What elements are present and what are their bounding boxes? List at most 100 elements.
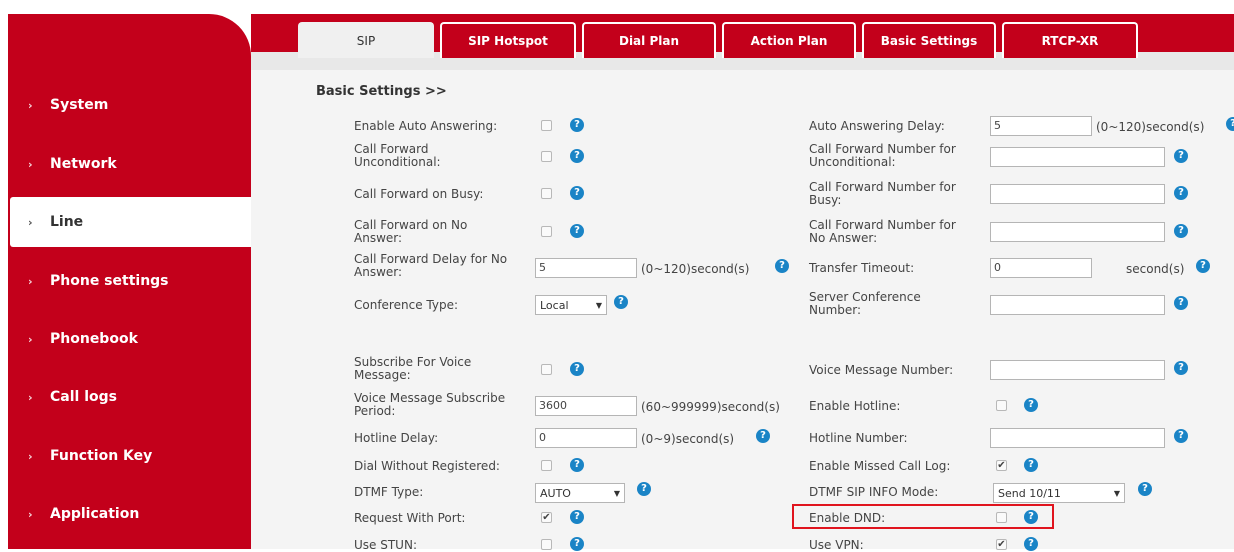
help-icon[interactable]: ?	[775, 259, 789, 273]
sidebar-item-line[interactable]: › Line	[10, 197, 251, 247]
hotline-delay-input[interactable]: 0	[535, 428, 637, 448]
checkbox-dial-wo-reg[interactable]	[541, 460, 552, 471]
chevron-right-icon: ›	[28, 449, 33, 463]
label-dial-wo-reg: Dial Without Registered:	[354, 459, 500, 473]
label-sub-voice-1: Subscribe For Voice	[354, 355, 472, 369]
chevron-right-icon: ›	[28, 390, 33, 404]
dtmf-type-value: AUTO	[540, 486, 571, 500]
sidebar-item-application[interactable]: › Application	[0, 489, 243, 539]
label-vm-number: Voice Message Number:	[809, 363, 954, 377]
chevron-down-icon: ▼	[613, 488, 620, 498]
help-icon[interactable]: ?	[1174, 224, 1188, 238]
cfn-busy-input[interactable]	[990, 184, 1165, 204]
tab-action-plan[interactable]: Action Plan	[722, 22, 856, 58]
label-hotline-delay: Hotline Delay:	[354, 431, 439, 445]
help-icon[interactable]: ?	[570, 149, 584, 163]
sidebar-item-label: Phone settings	[50, 273, 169, 289]
label-cfn-noanswer-2: No Answer:	[809, 231, 878, 245]
label-vm-period-2: Period:	[354, 404, 396, 418]
checkbox-sub-voice[interactable]	[541, 364, 552, 375]
help-icon[interactable]: ?	[1024, 398, 1038, 412]
help-icon[interactable]: ?	[570, 362, 584, 376]
help-icon[interactable]: ?	[570, 224, 584, 238]
help-icon[interactable]: ?	[1174, 186, 1188, 200]
sidebar-item-label: Line	[50, 214, 84, 230]
checkbox-enable-hotline[interactable]	[996, 400, 1007, 411]
cfn-noanswer-input[interactable]	[990, 222, 1165, 242]
label-conf-type: Conference Type:	[354, 298, 458, 312]
cf-delay-input[interactable]: 5	[535, 258, 637, 278]
help-icon[interactable]: ?	[1174, 429, 1188, 443]
help-icon[interactable]: ?	[1024, 458, 1038, 472]
help-icon[interactable]: ?	[1226, 117, 1234, 131]
label-cf-noanswer-2: Answer:	[354, 231, 403, 245]
dtmf-type-select[interactable]: AUTO ▼	[535, 483, 625, 503]
label-cf-busy: Call Forward on Busy:	[354, 187, 484, 201]
label-cfn-noanswer-1: Call Forward Number for	[809, 218, 956, 232]
vm-period-input[interactable]: 3600	[535, 396, 637, 416]
server-conf-input[interactable]	[990, 295, 1165, 315]
chevron-right-icon: ›	[28, 98, 33, 112]
hotline-number-input[interactable]	[990, 428, 1165, 448]
label-cf-noanswer-1: Call Forward on No	[354, 218, 468, 232]
label-dtmf-sip-info: DTMF SIP INFO Mode:	[809, 485, 939, 499]
aa-delay-input[interactable]: 5	[990, 116, 1092, 136]
help-icon[interactable]: ?	[637, 482, 651, 496]
help-icon[interactable]: ?	[614, 295, 628, 309]
dtmf-sip-info-select[interactable]: Send 10/11 ▼	[993, 483, 1125, 503]
tab-sip[interactable]: SIP	[298, 22, 434, 58]
help-icon[interactable]: ?	[570, 458, 584, 472]
checkbox-use-stun[interactable]	[541, 539, 552, 550]
conf-type-select[interactable]: Local ▼	[535, 295, 607, 315]
transfer-timeout-unit: second(s)	[1126, 262, 1185, 276]
sidebar-item-network[interactable]: › Network	[0, 139, 243, 189]
label-cfn-busy-2: Busy:	[809, 193, 842, 207]
chevron-down-icon: ▼	[1113, 488, 1120, 498]
label-cf-uncond-1: Call Forward	[354, 142, 429, 156]
hotline-delay-unit: (0~9)second(s)	[641, 432, 735, 446]
help-icon[interactable]: ?	[570, 186, 584, 200]
help-icon[interactable]: ?	[1196, 259, 1210, 273]
checkbox-auto-answer[interactable]	[541, 120, 552, 131]
help-icon[interactable]: ?	[1174, 149, 1188, 163]
help-icon[interactable]: ?	[1138, 482, 1152, 496]
tab-bar: SIP SIP Hotspot Dial Plan Action Plan Ba…	[298, 22, 1144, 60]
checkbox-cf-busy[interactable]	[541, 188, 552, 199]
label-hotline-number: Hotline Number:	[809, 431, 908, 445]
chevron-right-icon: ›	[28, 215, 33, 229]
vm-number-input[interactable]	[990, 360, 1165, 380]
tab-basic-settings[interactable]: Basic Settings	[862, 22, 996, 58]
help-icon[interactable]: ?	[570, 510, 584, 524]
help-icon[interactable]: ?	[570, 118, 584, 132]
chevron-right-icon: ›	[28, 507, 33, 521]
sidebar-item-label: Application	[50, 506, 140, 522]
checkbox-req-port[interactable]: ✔	[541, 512, 552, 523]
checkbox-missed-log[interactable]: ✔	[996, 460, 1007, 471]
sidebar-item-label: System	[50, 97, 109, 113]
checkbox-cf-noanswer[interactable]	[541, 226, 552, 237]
transfer-timeout-input[interactable]: 0	[990, 258, 1092, 278]
help-icon[interactable]: ?	[756, 429, 770, 443]
sidebar-item-label: Network	[50, 156, 117, 172]
help-icon[interactable]: ?	[1174, 361, 1188, 375]
label-server-conf-2: Number:	[809, 303, 862, 317]
tab-dial-plan[interactable]: Dial Plan	[582, 22, 716, 58]
sidebar-item-system[interactable]: › System	[0, 80, 243, 130]
sidebar-item-call-logs[interactable]: › Call logs	[0, 372, 243, 422]
tab-rtcp-xr[interactable]: RTCP-XR	[1002, 22, 1138, 58]
cfn-uncond-input[interactable]	[990, 147, 1165, 167]
sidebar-item-label: Call logs	[50, 389, 117, 405]
checkbox-cf-uncond[interactable]	[541, 151, 552, 162]
label-transfer-timeout: Transfer Timeout:	[809, 261, 915, 275]
label-use-vpn: Use VPN:	[809, 538, 864, 552]
help-icon[interactable]: ?	[1174, 296, 1188, 310]
sidebar-item-phonebook[interactable]: › Phonebook	[0, 314, 243, 364]
label-aa-delay: Auto Answering Delay:	[809, 119, 945, 133]
section-title: Basic Settings >>	[316, 84, 447, 99]
tab-sip-hotspot[interactable]: SIP Hotspot	[440, 22, 576, 58]
sidebar-item-function-key[interactable]: › Function Key	[0, 431, 243, 481]
label-server-conf-1: Server Conference	[809, 290, 921, 304]
sidebar-item-phone-settings[interactable]: › Phone settings	[0, 256, 243, 306]
checkbox-use-vpn[interactable]: ✔	[996, 539, 1007, 550]
label-missed-log: Enable Missed Call Log:	[809, 459, 951, 473]
